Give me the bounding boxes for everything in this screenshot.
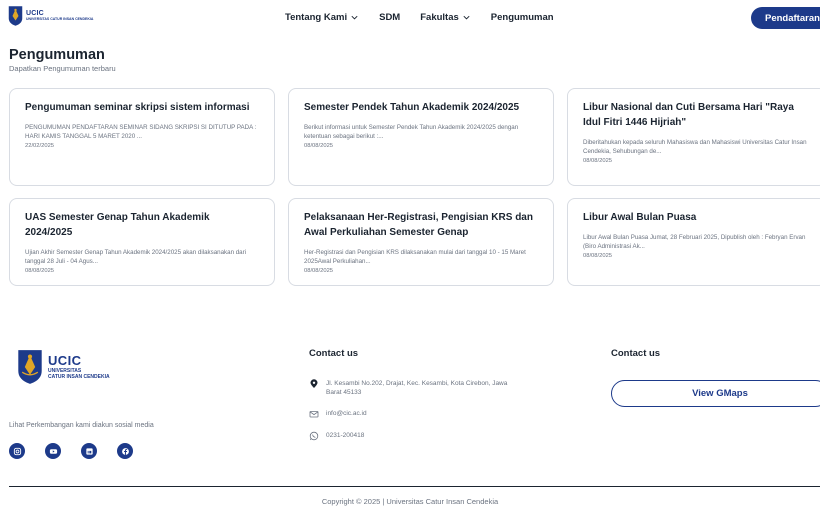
- contact-address: Jl. Kesambi No.202, Drajat, Kec. Kesambi…: [309, 379, 519, 397]
- announcement-card[interactable]: Libur Awal Bulan Puasa Libur Awal Bulan …: [567, 198, 820, 286]
- page-subtitle: Dapatkan Pengumuman terbaru: [9, 64, 116, 73]
- card-date: 08/08/2025: [583, 158, 613, 165]
- site-header: UCIC UNIVERSITAS CATUR INSAN CENDEKIA Te…: [0, 0, 820, 36]
- card-description: Libur Awal Bulan Puasa Jumat, 28 Februar…: [583, 234, 806, 250]
- card-title: Pengumuman seminar skripsi sistem inform…: [25, 102, 250, 113]
- card-description: Berikut informasi untuk Semester Pendek …: [304, 124, 519, 140]
- announcement-card[interactable]: Pengumuman seminar skripsi sistem inform…: [9, 88, 275, 186]
- social-links: [9, 443, 133, 459]
- card-title: Libur Awal Bulan Puasa: [583, 212, 697, 223]
- chevron-down-icon: [463, 15, 470, 20]
- card-description: Her-Registrasi dan Pengisian KRS dilaksa…: [304, 249, 526, 265]
- mail-icon: [309, 411, 319, 418]
- instagram-icon[interactable]: [9, 443, 25, 459]
- view-gmaps-button[interactable]: View GMaps: [611, 380, 820, 407]
- contact-phone[interactable]: 0231-200418: [309, 431, 364, 441]
- location-pin-icon: [310, 379, 318, 388]
- contact-heading: Contact us: [611, 348, 661, 359]
- address-text: Jl. Kesambi No.202, Drajat, Kec. Kesambi…: [326, 380, 508, 396]
- chevron-down-icon: [351, 15, 358, 20]
- nav-item-fakultas[interactable]: Fakultas: [420, 12, 471, 23]
- card-date: 08/08/2025: [25, 268, 55, 275]
- footer-logo: UCIC UNIVERSITAS CATUR INSAN CENDEKIA: [17, 348, 110, 386]
- card-date: 08/08/2025: [304, 268, 334, 275]
- announcement-card[interactable]: Pelaksanaan Her-Registrasi, Pengisian KR…: [288, 198, 554, 286]
- header-logo-subtext: UNIVERSITAS CATUR INSAN CENDEKIA: [26, 17, 94, 22]
- card-title: Semester Pendek Tahun Akademik 2024/2025: [304, 102, 520, 113]
- nav-item-label: SDM: [379, 12, 401, 23]
- card-description: PENGUMUMAN PENDAFTARAN SEMINAR SIDANG SK…: [25, 124, 257, 140]
- nav-item-tentang-kami[interactable]: Tentang Kami: [285, 12, 359, 23]
- whatsapp-icon: [309, 431, 319, 441]
- card-date: 08/08/2025: [583, 253, 613, 260]
- nav-item-sdm[interactable]: SDM: [379, 12, 400, 23]
- contact-email[interactable]: info@cic.ac.id: [309, 409, 367, 419]
- card-description: Ujian Akhir Semester Genap Tahun Akademi…: [25, 249, 247, 265]
- header-logo[interactable]: UCIC UNIVERSITAS CATUR INSAN CENDEKIA: [8, 5, 93, 27]
- linkedin-icon[interactable]: [81, 443, 97, 459]
- announcement-card[interactable]: Semester Pendek Tahun Akademik 2024/2025…: [288, 88, 554, 186]
- card-title: Pelaksanaan Her-Registrasi, Pengisian KR…: [304, 212, 533, 238]
- pendaftaran-button[interactable]: Pendaftaran: [751, 7, 820, 29]
- nav-item-label: Tentang Kami: [285, 12, 348, 23]
- nav-item-label: Pengumuman: [490, 12, 554, 23]
- announcement-card[interactable]: Libur Nasional dan Cuti Bersama Hari "Ra…: [567, 88, 820, 186]
- email-text: info@cic.ac.id: [326, 410, 367, 417]
- facebook-icon[interactable]: [117, 443, 133, 459]
- phone-text: 0231-200418: [326, 432, 365, 439]
- copyright-text: Copyright © 2025 | Universitas Catur Ins…: [321, 497, 499, 506]
- page-title: Pengumuman: [9, 47, 105, 63]
- card-title: Libur Nasional dan Cuti Bersama Hari "Ra…: [583, 102, 794, 128]
- youtube-icon[interactable]: [45, 443, 61, 459]
- card-description: Diberitahukan kepada seluruh Mahasiswa d…: [583, 139, 807, 155]
- contact-heading: Contact us: [309, 348, 359, 359]
- main-nav: Tentang Kami SDM Fakultas Pengumuman: [285, 12, 574, 23]
- ucic-logo-icon: [18, 350, 42, 384]
- social-media-text: Lihat Perkembangan kami diakun sosial me…: [9, 422, 154, 429]
- nav-item-pengumuman[interactable]: Pengumuman: [491, 12, 554, 23]
- card-date: 22/02/2025: [25, 143, 55, 150]
- ucic-logo-icon: [8, 6, 23, 26]
- card-date: 08/08/2025: [304, 143, 334, 150]
- card-title: UAS Semester Genap Tahun Akademik 2024/2…: [25, 212, 210, 238]
- footer-logo-subtext: CATUR INSAN CENDEKIA: [48, 374, 110, 380]
- footer-logo-text: UCIC: [48, 353, 82, 368]
- announcement-card[interactable]: UAS Semester Genap Tahun Akademik 2024/2…: [9, 198, 275, 286]
- nav-item-label: Fakultas: [420, 12, 459, 23]
- footer-divider: [9, 486, 820, 487]
- header-logo-text: UCIC: [26, 10, 44, 18]
